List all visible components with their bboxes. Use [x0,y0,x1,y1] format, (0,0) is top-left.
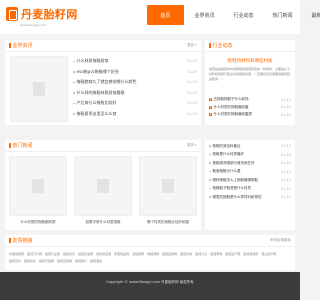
friend-link[interactable]: 棉拖鞋网 [147,252,159,256]
hot-news-caption[interactable]: 什么材质的拖鞋都耐穿 [9,220,67,225]
news-list: 什么材质拖鞋耐穿 11-15 eva拖pvc拖鞋哪个好些 11-15 拖鞋跑穿久了就… [73,56,197,119]
hot-news-item[interactable]: 如果不穿什么材质拖鞋 [74,156,132,225]
hot-news-item[interactable]: 什么材质的拖鞋都耐穿 [9,156,67,225]
list-item[interactable]: 拖鞋清洗哪部分清洗就在好 11-15 [209,159,291,168]
hot-news-image[interactable] [74,156,132,216]
rank-list: 拖鞋的清洁料最近 11-15 拖鞋是什么材质最好 11-16 拖鞋清洗哪部分清洗就在… [205,140,295,202]
friend-link[interactable]: 拖鞋代理网 [39,259,54,263]
friend-link[interactable]: 拖鞋行业网 [45,252,60,256]
card-header: 热门新闻 更多+ [5,140,201,152]
featured-title[interactable]: 拖鞋的材料有哪些材质 [209,58,291,64]
hot-news-grid: 什么材质的拖鞋都耐穿 如果不穿什么材质拖鞋 哪个材质的拖鞋比较好耐磨 [9,156,197,225]
nav-industry-news[interactable]: 业界资讯 [186,5,223,25]
trend-list: 1 拉拖鞋拖鞋子什么和场 11-15 2 什么材质的拖鞋最耐磨 11-15 3 什么材质的… [205,96,295,119]
card-title: 热门新闻 [9,142,33,149]
friend-link[interactable]: 家居用品网 [114,252,129,256]
friend-links-list: 中国拖鞋网 拖鞋门户网 拖鞋行业网 拖鞋资讯 拖鞋批发网 鞋材供应网 家居用品网… [5,247,295,267]
image-placeholder-icon [97,179,109,193]
friend-link[interactable]: 拖鞋大全 [195,252,207,256]
list-item[interactable]: 哪里的拖鞋是什么样材料耐穿的 11-15 [209,193,291,202]
nav-industry-trends[interactable]: 行业动态 [225,5,262,25]
friend-link[interactable]: 拖鞋排行 [75,259,87,263]
site-logo[interactable]: 丹麦胎籽网 [6,6,78,22]
card-title: 友情链接 [9,237,33,244]
friend-link[interactable]: 拖鞋批发网 [78,252,93,256]
card-header: 业界资讯 更多+ [5,40,201,52]
list-item[interactable]: 拖鞋夏季这里怎么么穿 11-15 [73,109,197,120]
friend-link[interactable]: 凉拖鞋网 [132,252,144,256]
list-item[interactable]: 哪种拖鞋怎么上拖鞋最哪拖鞋 11-15 [209,176,291,185]
featured-summary: 拖鞋是指拖鞋的时候脚能穿拖鞋舒适的一种鞋类，主要由以下材料和特质打造出好的拖鞋材… [209,67,291,81]
apply-link[interactable]: 申请友情链接 [270,238,291,243]
friend-link[interactable]: 拖鞋导购 [210,252,222,256]
hot-news-image[interactable] [9,156,67,216]
hot-news-caption[interactable]: 如果不穿什么材质拖鞋 [74,220,132,225]
friend-link[interactable]: 中国拖鞋网 [9,252,24,256]
friend-link[interactable]: 拖鞋论坛 [24,259,36,263]
card-title: 行业动态 [209,42,233,49]
list-item[interactable]: 拖鞋的清洁料最近 11-15 [209,142,291,151]
industry-news-card: 业界资讯 更多+ 什么材质拖鞋耐穿 11-15 eva拖pvc拖鞋哪个好些 11-1… [5,40,201,125]
list-item[interactable]: 拖鞋跑穿久了就会感觉哪什么颜色 11-15 [73,77,197,88]
list-item[interactable]: 拖鞋是什么材质最好 11-16 [209,151,291,160]
logo-text: 丹麦胎籽网 [21,8,78,21]
card-header: 行业动态 [205,40,295,52]
list-item[interactable]: 什么样的拖鞋材质耐穿磨损 11-15 [73,88,197,99]
image-placeholder-icon [32,179,44,193]
friend-link[interactable]: 拖鞋直销网 [57,259,72,263]
list-item[interactable]: eva拖pvc拖鞋哪个好些 11-15 [73,67,197,78]
featured-article[interactable]: 拖鞋的材料有哪些材质 拖鞋是指拖鞋的时候脚能穿拖鞋舒适的一种鞋类，主要由以下材料… [205,52,295,86]
hot-news-caption[interactable]: 哪个材质的拖鞋比较好耐磨 [139,220,197,225]
friend-links-card: 友情链接 申请友情链接 中国拖鞋网 拖鞋门户网 拖鞋行业网 拖鞋资讯 拖鞋批发网… [5,235,295,270]
industry-trends-card: 行业动态 拖鞋的材料有哪些材质 拖鞋是指拖鞋的时候脚能穿拖鞋舒适的一种鞋类，主要… [205,40,295,125]
more-link[interactable]: 更多+ [187,143,197,148]
hot-news-item[interactable]: 哪个材质的拖鞋比较好耐磨 [139,156,197,225]
image-placeholder-icon [33,82,45,96]
friend-link[interactable]: 拖鞋贸易网 [243,252,258,256]
list-item[interactable]: 产后穿什么拖鞋比较好 11-15 [73,98,197,109]
list-item[interactable]: 什么材质拖鞋耐穿 11-15 [73,56,197,67]
friend-link[interactable]: 鞋材供应网 [96,252,111,256]
more-link[interactable]: 更多+ [187,43,197,48]
rank-list-card: 拖鞋的清洁料最近 11-15 拖鞋是什么材质最好 11-16 拖鞋清洗哪部分清洗就在… [205,140,295,230]
list-item[interactable]: 1 拉拖鞋拖鞋子什么和场 11-15 [209,96,291,104]
list-item[interactable]: 2 什么材质的拖鞋最耐磨 11-15 [209,104,291,112]
site-header: 丹麦胎籽网 www.tliangyi.com 首页 业界资讯 行业动态 热门新闻… [0,0,320,34]
footer-copyright: Copyright © www.tliangyi.com 丹麦胎籽网 版权所有 [106,280,194,284]
friend-link[interactable]: 鞋业资讯网 [261,252,276,256]
logo-subtitle: www.tliangyi.com [20,23,47,27]
image-placeholder-icon [162,179,174,193]
friend-link[interactable]: 拖鞋展会 [90,259,102,263]
friend-link[interactable]: 拖鞋生产网 [225,252,240,256]
list-item[interactable]: 3 什么材质的拖鞋最耐磨损 11-15 [209,111,291,119]
list-item[interactable]: 拖鞋鞋子鞋底是什么材质 11-15 [209,185,291,194]
site-footer: Copyright © www.tliangyi.com 丹麦胎籽网 版权所有 [0,272,300,300]
main-nav: 首页 业界资讯 行业动态 热门新闻 最新资讯 [147,5,320,25]
friend-link[interactable]: 拖鞋商城 [180,252,192,256]
friend-link[interactable]: 拖鞋资讯 [63,252,75,256]
hot-news-image[interactable] [139,156,197,216]
nav-home[interactable]: 首页 [147,5,184,25]
nav-hot-news[interactable]: 热门新闻 [264,5,301,25]
nav-latest-news[interactable]: 最新资讯 [303,5,320,25]
card-title: 业界资讯 [9,42,33,49]
friend-link[interactable]: 拖鞋品牌网 [162,252,177,256]
hot-news-card: 热门新闻 更多+ 什么材质的拖鞋都耐穿 如果不穿什么材质拖鞋 哪个材质的拖鞋比较… [5,140,201,230]
list-item[interactable]: 鞋面拖鞋为什么要 11-15 [209,168,291,177]
news-thumbnail[interactable] [10,56,68,122]
friend-link[interactable]: 拖鞋门户网 [27,252,42,256]
card-header: 友情链接 申请友情链接 [5,235,295,247]
friend-link[interactable]: 拖鞋百科 [9,259,21,263]
logo-icon [6,7,18,21]
